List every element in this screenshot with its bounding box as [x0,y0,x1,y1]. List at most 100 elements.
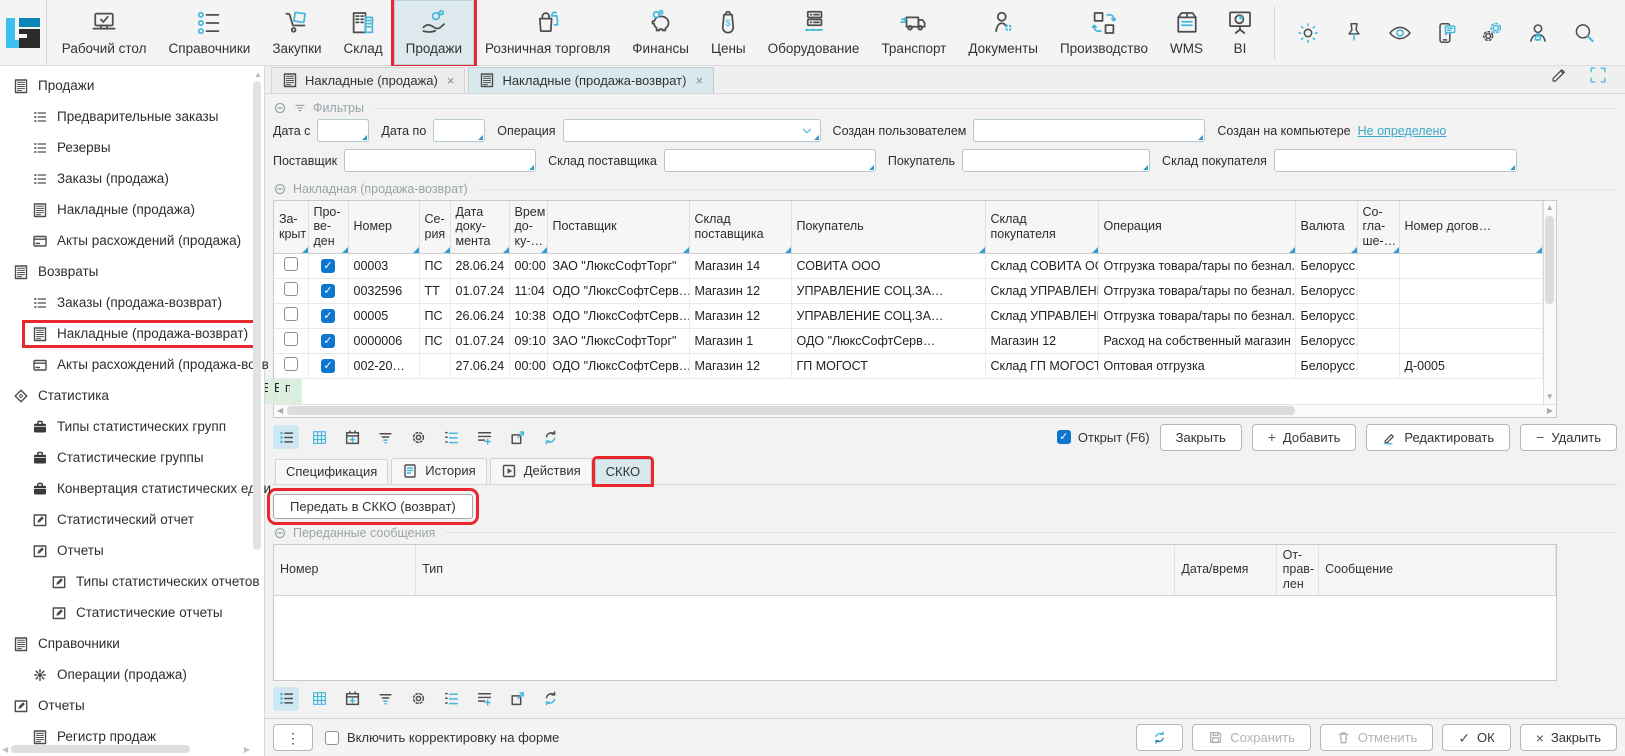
grid-cell[interactable]: 09:10 [509,328,547,353]
toolbar-button-filter[interactable] [372,425,398,449]
nav-item-purchases[interactable]: Закупки [261,0,332,65]
scroll-right-icon[interactable]: ▶ [1547,406,1553,415]
more-menu-button[interactable]: ⋮ [273,724,313,751]
posted-cell[interactable]: ✓ [308,253,348,278]
close-icon[interactable]: × [695,73,703,88]
sidebar-item-discrepancy-acts-sale[interactable]: Акты расхождений (продажа) [0,225,264,256]
grid-cell[interactable]: Белорусс… [1295,328,1357,353]
invoice-row[interactable]: ✓00003ПС28.06.2400:00ЗАО "ЛюксСофтТорг"М… [274,253,1542,278]
toolbar-button-grid-view[interactable] [306,687,332,711]
column-header[interactable]: Покупатель [791,201,985,253]
add-button[interactable]: +Добавить [1252,424,1357,451]
grid-cell[interactable]: Белорусс… [1295,253,1357,278]
grid-vertical-scrollbar[interactable]: ▲ ▼ [1543,201,1557,404]
checkbox[interactable]: ✓ [321,309,335,323]
grid-cell[interactable]: Магазин 12 [689,303,791,328]
grid-cell[interactable]: Магазин 12 [689,353,791,378]
grid-cell[interactable]: Склад УПРАВЛЕНИЕ … [985,303,1098,328]
invoice-row[interactable]: ✓00005ПС26.06.2410:38ОДО "ЛюксСофтСерв…М… [274,303,1542,328]
grid-cell[interactable]: Белорусс… [1295,303,1357,328]
grid-cell[interactable]: Склад УПРАВЛЕНИЕ … [985,278,1098,303]
grid-cell[interactable]: ЗАО "ЛюксСофтТорг" [547,328,689,353]
grid-cell[interactable] [1357,278,1399,303]
save-button[interactable]: Сохранить [1192,724,1311,751]
grid-cell[interactable]: 28.06.24 [450,253,509,278]
grid-cell[interactable]: 00:00 [509,253,547,278]
operation-select[interactable] [563,119,821,142]
column-header[interactable]: Про- ве- ден [308,201,348,253]
grid-cell[interactable]: Белорусс… [269,379,280,404]
toolbar-button-gear[interactable] [405,687,431,711]
collapse-icon[interactable] [273,182,287,196]
detail-tab-skko[interactable]: СККО [595,459,652,484]
toolbar-button-numbered-list[interactable] [438,425,464,449]
column-header[interactable]: Врем до- ку-… [509,201,547,253]
grid-cell[interactable]: Д-0005 [1399,353,1542,378]
grid-cell[interactable]: Склад СОВИТА ООО [985,253,1098,278]
cancel-button[interactable]: Отменить [1320,724,1433,751]
grid-cell[interactable]: ОДО "ЛюксСофтСерв… [547,353,689,378]
sidebar-item-stat-groups[interactable]: Статистические группы [0,442,264,473]
grid-cell[interactable]: ПС [419,253,450,278]
quick-button-theme[interactable] [1285,10,1331,56]
detail-tab-history[interactable]: История [391,458,486,484]
toolbar-button-export[interactable] [504,425,530,449]
closed-cell[interactable] [274,303,308,328]
sidebar-item-orders-sale[interactable]: Заказы (продажа) [0,163,264,194]
sidebar-item-preliminary-orders[interactable]: Предварительные заказы [0,101,264,132]
checkbox[interactable] [284,282,298,296]
date-from-input[interactable] [317,119,369,142]
grid-cell[interactable]: ПС [419,303,450,328]
buyer-warehouse-input[interactable] [1274,149,1517,172]
nav-item-prices[interactable]: $ Цены [700,0,757,65]
closed-cell[interactable] [274,278,308,303]
checkbox[interactable] [284,332,298,346]
scroll-down-icon[interactable]: ▼ [1546,392,1554,402]
detail-tab-specification[interactable]: Спецификация [275,459,388,484]
grid-cell[interactable]: Склад ГП МОГОСТ [985,353,1098,378]
column-header[interactable]: Валюта [1295,201,1357,253]
adjust-checkbox[interactable] [325,731,339,745]
created-by-user-input[interactable] [973,119,1205,142]
grid-cell[interactable]: Магазин 12 [985,328,1098,353]
toolbar-button-list-view[interactable] [273,687,299,711]
grid-cell[interactable]: УПРАВЛЕНИЕ СОЦ.ЗА… [791,278,985,303]
sidebar-item-directories[interactable]: Справочники [0,628,264,659]
detail-tab-actions[interactable]: Действия [490,458,592,484]
grid-cell[interactable]: УПРАВЛЕНИЕ СОЦ.ЗА… [791,303,985,328]
nav-item-retail[interactable]: Розничная торговля [474,0,621,65]
posted-cell[interactable]: ✓ [308,303,348,328]
column-header[interactable]: За- крыт [274,201,308,253]
checkbox[interactable]: ✓ [321,284,335,298]
posted-cell[interactable]: ✓ [308,353,348,378]
date-to-input[interactable] [433,119,485,142]
sidebar-item-operations-sale[interactable]: Операции (продажа) [0,659,264,690]
nav-item-transport[interactable]: Транспорт [870,0,957,65]
grid-cell[interactable]: 00003 [348,253,419,278]
collapse-icon[interactable] [273,526,287,540]
header-action-edit-pencil[interactable] [1549,64,1571,89]
nav-item-finance[interactable]: Финансы [621,0,700,65]
grid-cell[interactable]: Отгрузка товара/тары по безнал.расч. … [1098,303,1295,328]
checkbox[interactable] [284,307,298,321]
invoice-row[interactable]: ✓0000006ПС01.07.2409:10ЗАО "ЛюксСофтТорг… [274,328,1542,353]
grid-cell[interactable]: 01.07.24 [450,328,509,353]
checkbox[interactable]: ✓ [321,259,335,273]
grid-cell[interactable]: ГП МОГОСТ [791,353,985,378]
closed-cell[interactable] [274,353,308,378]
nav-item-production[interactable]: Производство [1049,0,1159,65]
grid-cell[interactable]: ОДО "ЛюксСофтСерв… [547,278,689,303]
quick-button-view[interactable] [1377,10,1423,56]
nav-item-bi[interactable]: BI [1214,0,1266,65]
sidebar-item-stat-report-types[interactable]: Типы статистических отчетов [0,566,264,597]
nav-item-directories[interactable]: Справочники [158,0,262,65]
grid-cell[interactable] [1357,303,1399,328]
column-header[interactable]: Дата доку- мента [450,201,509,253]
grid-cell[interactable]: Магазин 1 [689,328,791,353]
scroll-up-icon[interactable]: ▲ [253,70,263,79]
grid-cell[interactable]: СОВИТА ООО [791,253,985,278]
app-logo[interactable] [0,0,47,65]
grid-cell[interactable]: Расход на собственный магазин [1098,328,1295,353]
scroll-up-icon[interactable]: ▲ [1546,203,1554,213]
sidebar-item-invoices-sale-return[interactable]: Накладные (продажа-возврат) [0,318,264,349]
